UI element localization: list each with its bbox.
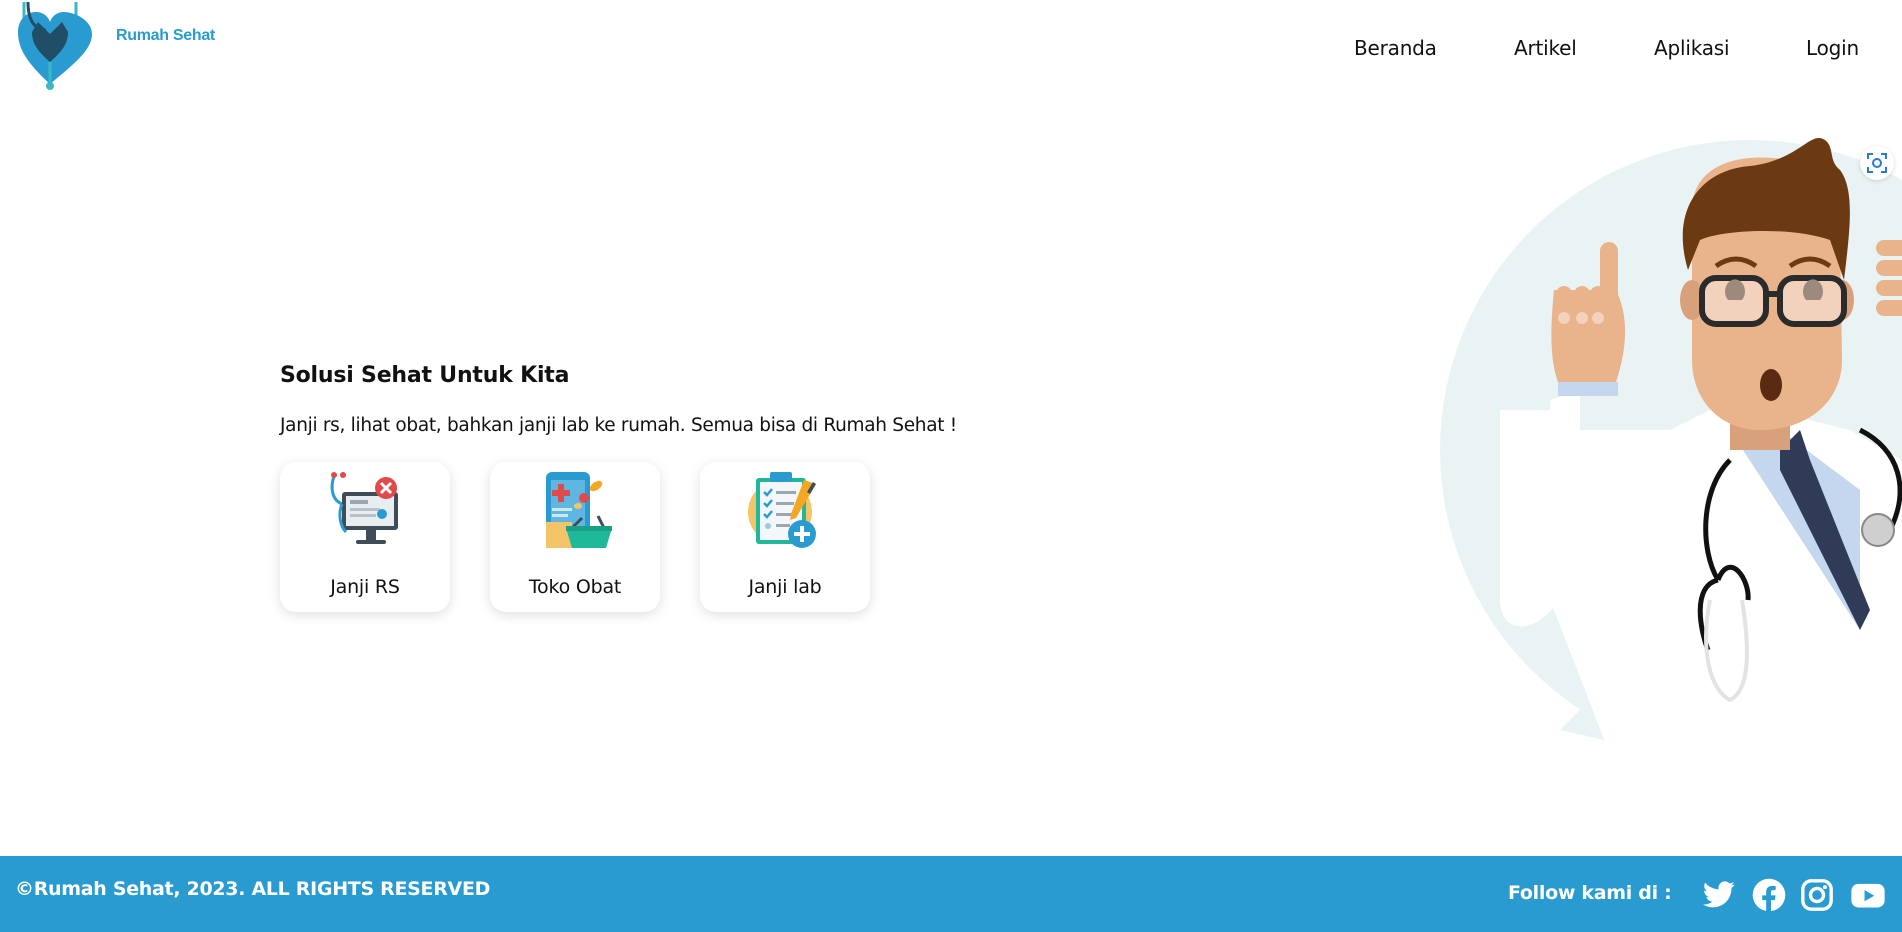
service-card-toko-obat[interactable]: Toko Obat bbox=[490, 462, 660, 612]
copyright-text: ©Rumah Sehat, 2023. ALL RIGHTS RESERVED bbox=[15, 878, 491, 900]
hospital-monitor-icon bbox=[330, 472, 398, 544]
doctor-illustration bbox=[1430, 130, 1902, 806]
service-label-toko-obat: Toko Obat bbox=[528, 576, 622, 598]
nav-aplikasi[interactable]: Aplikasi bbox=[1654, 36, 1730, 60]
hero-title: Solusi Sehat Untuk Kita bbox=[280, 363, 570, 388]
scan-button[interactable] bbox=[1860, 146, 1894, 180]
service-label-janji-lab: Janji lab bbox=[748, 576, 822, 598]
main-nav: Beranda Artikel Aplikasi Login bbox=[0, 36, 1902, 62]
hero-subtitle: Janji rs, lihat obat, bahkan janji lab k… bbox=[280, 415, 957, 436]
pharmacy-basket-icon bbox=[546, 472, 612, 548]
scan-icon bbox=[1867, 153, 1887, 173]
youtube-icon[interactable] bbox=[1850, 878, 1886, 912]
follow-label: Follow kami di : bbox=[1508, 882, 1672, 904]
service-card-janji-rs[interactable]: Janji RS bbox=[280, 462, 450, 612]
service-label-janji-rs: Janji RS bbox=[330, 576, 400, 598]
lab-clipboard-icon bbox=[748, 472, 816, 548]
instagram-icon[interactable] bbox=[1800, 878, 1834, 912]
service-card-janji-lab[interactable]: Janji lab bbox=[700, 462, 870, 612]
twitter-icon[interactable] bbox=[1702, 878, 1736, 912]
nav-beranda[interactable]: Beranda bbox=[1354, 36, 1437, 60]
footer: ©Rumah Sehat, 2023. ALL RIGHTS RESERVED … bbox=[0, 856, 1902, 932]
nav-login[interactable]: Login bbox=[1806, 36, 1859, 60]
nav-artikel[interactable]: Artikel bbox=[1514, 36, 1577, 60]
facebook-icon[interactable] bbox=[1752, 878, 1786, 912]
